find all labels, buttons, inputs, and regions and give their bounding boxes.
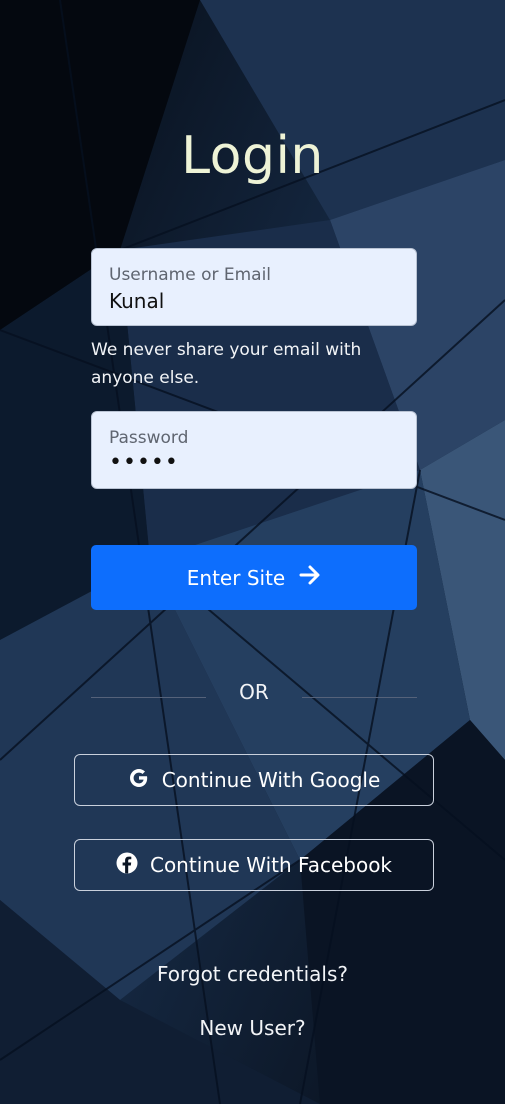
password-label: Password [109,428,189,448]
facebook-button-label: Continue With Facebook [149,853,393,877]
enter-site-label: Enter Site [186,565,286,590]
username-field[interactable]: Username or Email Kunal [91,248,417,326]
username-value[interactable]: Kunal [109,289,164,313]
arrow-right-icon [299,564,321,591]
or-divider: OR [91,680,417,706]
forgot-credentials-link[interactable]: Forgot credentials? [0,962,505,986]
email-help-text: We never share your email with anyone el… [91,340,362,388]
continue-with-google-button[interactable]: Continue With Google [74,754,434,806]
new-user-link[interactable]: New User? [0,1016,505,1040]
page-title: Login [181,126,324,186]
google-icon [128,767,150,794]
username-label: Username or Email [109,265,272,285]
enter-site-button[interactable]: Enter Site [91,545,417,610]
continue-with-facebook-button[interactable]: Continue With Facebook [74,839,434,891]
facebook-icon [116,852,138,879]
or-text: OR [239,680,269,704]
password-field[interactable]: Password ••••• [91,411,417,489]
google-button-label: Continue With Google [161,768,381,792]
password-value[interactable]: ••••• [109,450,179,475]
divider-line-right [302,697,417,698]
login-page: Login Username or Email Kunal We never s… [0,0,505,1104]
